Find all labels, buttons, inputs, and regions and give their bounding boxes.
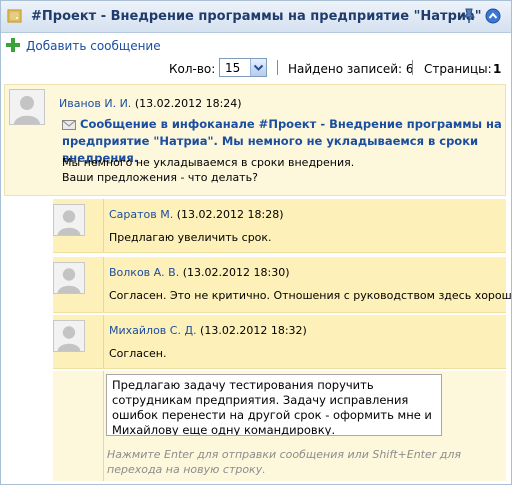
reply-item: Саратов М. (13.02.2012 18:28) Предлагаю … — [53, 199, 506, 253]
message-input[interactable]: Предлагаю задачу тестирования поручить с… — [106, 374, 442, 436]
divider — [277, 60, 278, 75]
add-message-link[interactable]: Добавить сообщение — [26, 39, 161, 53]
reply-time: (13.02.2012 18:32) — [200, 324, 307, 337]
count-select[interactable]: 15 — [219, 58, 267, 77]
post-body: Мы немного не укладываемся в сроки внедр… — [62, 155, 502, 185]
avatar — [53, 262, 85, 294]
post-body-line: Ваши предложения - что делать? — [62, 171, 258, 184]
collapse-icon[interactable] — [485, 8, 501, 24]
avatar — [53, 204, 85, 236]
reply-body: Саратов М. (13.02.2012 18:28) Предлагаю … — [103, 199, 506, 252]
folder-icon — [7, 8, 23, 24]
reply-item: Михайлов С. Д. (13.02.2012 18:32) Соглас… — [53, 315, 506, 369]
reply-author: Саратов М. (13.02.2012 18:28) — [109, 208, 284, 221]
avatar — [53, 320, 85, 352]
author-link[interactable]: Волков А. В. — [109, 266, 179, 279]
pages-label: Страницы: — [424, 62, 492, 76]
pin-icon[interactable] — [461, 8, 477, 24]
divider — [412, 60, 413, 75]
reply-text: Согласен. Это не критично. Отношения с р… — [109, 289, 512, 302]
reply-time: (13.02.2012 18:28) — [176, 208, 284, 221]
reply-author: Михайлов С. Д. (13.02.2012 18:32) — [109, 324, 307, 337]
count-value: 15 — [225, 61, 241, 75]
found-count: Найдено записей: 6 — [288, 62, 414, 76]
page-number[interactable]: 1 — [493, 62, 501, 76]
add-icon[interactable] — [6, 38, 20, 52]
reply-body: Михайлов С. Д. (13.02.2012 18:32) Соглас… — [103, 315, 506, 368]
page-title: #Проект - Внедрение программы на предпри… — [31, 9, 482, 24]
reply-text: Согласен. — [109, 347, 167, 360]
author-link[interactable]: Саратов М. — [109, 208, 173, 221]
forum-window: #Проект - Внедрение программы на предпри… — [0, 0, 512, 485]
reply-body: Волков А. В. (13.02.2012 18:30) Согласен… — [103, 257, 512, 312]
main-post: Иванов И. И. (13.02.2012 18:24) Сообщени… — [4, 84, 506, 196]
reply-time: (13.02.2012 18:30) — [182, 266, 290, 279]
author-link[interactable]: Михайлов С. Д. — [109, 324, 197, 337]
chevron-down-icon[interactable] — [250, 59, 266, 76]
post-body-line: Мы немного не укладываемся в сроки внедр… — [62, 156, 355, 169]
author-link[interactable]: Иванов И. И. — [59, 97, 131, 110]
reply-item: Волков А. В. (13.02.2012 18:30) Согласен… — [53, 257, 512, 313]
count-label: Кол-во: — [169, 62, 216, 76]
post-time: (13.02.2012 18:24) — [134, 97, 242, 110]
post-author: Иванов И. И. (13.02.2012 18:24) — [59, 97, 242, 110]
reply-author: Волков А. В. (13.02.2012 18:30) — [109, 266, 290, 279]
composer-hint: Нажмите Enter для отправки сообщения или… — [107, 448, 462, 476]
avatar — [9, 89, 45, 125]
reply-text: Предлагаю увеличить срок. — [109, 231, 272, 244]
pager-bar: Кол-во: 15 Найдено записей: 6 Страницы: … — [1, 58, 511, 78]
window-header: #Проект - Внедрение программы на предпри… — [1, 1, 511, 33]
